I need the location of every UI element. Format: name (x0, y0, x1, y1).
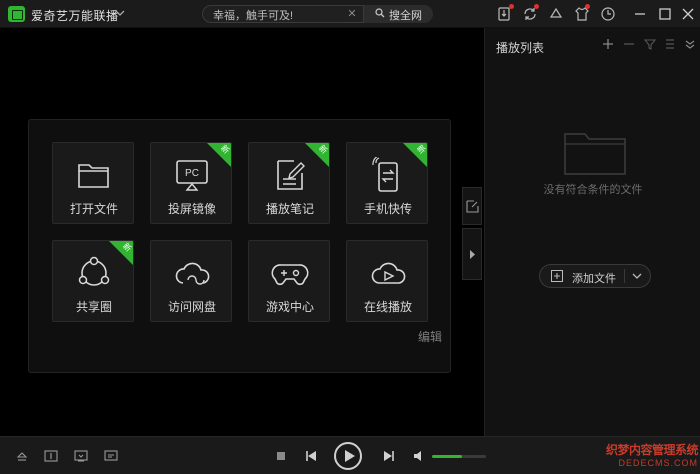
sort-icon[interactable] (664, 38, 676, 50)
add-file-button[interactable]: 添加文件 (539, 264, 651, 288)
playlist-number-icon[interactable] (44, 449, 58, 463)
note-icon (277, 160, 305, 190)
tile-screen-mirror[interactable]: PC 投屏镜像 新 (150, 142, 232, 224)
tile-cloud-drive[interactable]: 访问网盘 (150, 240, 232, 322)
phone-transfer-icon (372, 157, 398, 192)
tile-label: 播放笔记 (265, 202, 314, 216)
tile-open-file[interactable]: 打开文件 (52, 142, 134, 224)
clock-icon[interactable] (600, 6, 616, 22)
note-tab[interactable] (462, 187, 482, 225)
edit-link[interactable]: 编辑 (418, 328, 442, 345)
svg-text:PC: PC (185, 168, 199, 179)
watermark-line2: DEDECMS.COM (618, 458, 698, 468)
eject-icon[interactable] (15, 449, 29, 463)
play-button[interactable] (334, 442, 362, 470)
collapse-icon[interactable] (684, 38, 696, 50)
tile-play-notes[interactable]: 播放笔记 新 (248, 142, 330, 224)
cloud-play-icon (371, 262, 406, 284)
tile-phone-transfer[interactable]: 手机快传 新 (346, 142, 428, 224)
watermark-line1: 织梦内容管理系统 (605, 443, 699, 457)
tools-panel: 打开文件 PC 投屏镜像 新 播放笔记 新 手机快传 新 共享圈 新 访问网盘 … (28, 119, 451, 373)
add-file-icon (551, 270, 563, 282)
search-input[interactable] (213, 8, 343, 21)
playlist-panel: 播放列表 没有符合条件的文件 添加文件 (484, 28, 700, 436)
share-circle-icon (78, 256, 110, 286)
previous-icon[interactable] (304, 449, 318, 463)
tile-label: 游戏中心 (265, 300, 314, 314)
search-all-button[interactable]: 搜全网 (363, 5, 433, 23)
app-title: 爱奇艺万能联播 (31, 9, 119, 23)
notification-dot (585, 4, 590, 9)
edit-icon (466, 200, 479, 213)
app-logo-icon (8, 6, 25, 22)
folder-icon (78, 164, 109, 188)
divider (624, 269, 625, 283)
chevron-right-icon (470, 250, 475, 259)
search-all-label: 搜全网 (389, 10, 422, 22)
danmaku-icon[interactable] (104, 449, 118, 463)
notification-dot (534, 4, 539, 9)
tile-share-circle[interactable]: 共享圈 新 (52, 240, 134, 322)
volume-fill (432, 455, 462, 458)
expand-playlist-tab[interactable] (462, 228, 482, 280)
chevron-down-icon[interactable] (631, 271, 643, 281)
tile-label: 共享圈 (75, 300, 112, 314)
screenshot-icon[interactable] (74, 449, 88, 463)
add-icon[interactable] (602, 38, 614, 50)
close-icon[interactable] (680, 6, 696, 22)
minimize-icon[interactable] (632, 6, 648, 22)
volume-slider[interactable] (432, 455, 486, 458)
filter-icon[interactable] (644, 38, 656, 50)
tile-label: 手机快传 (363, 202, 412, 216)
gamepad-icon (271, 264, 309, 286)
remove-icon[interactable] (623, 38, 635, 50)
next-icon[interactable] (382, 449, 396, 463)
video-area[interactable]: 打开文件 PC 投屏镜像 新 播放笔记 新 手机快传 新 共享圈 新 访问网盘 … (0, 28, 484, 436)
watermark: 织梦内容管理系统 DEDECMS.COM (596, 441, 699, 468)
tile-online-play[interactable]: 在线播放 (346, 240, 428, 322)
stop-icon[interactable] (274, 449, 288, 463)
volume-icon[interactable] (412, 449, 426, 463)
cloud-drive-icon (175, 262, 210, 285)
pc-cast-icon: PC (176, 160, 208, 191)
recycle-icon[interactable] (548, 6, 564, 22)
empty-playlist-text: 没有符合条件的文件 (543, 184, 643, 196)
tile-label: 打开文件 (69, 202, 118, 216)
tile-label: 在线播放 (363, 300, 412, 314)
playlist-title: 播放列表 (496, 41, 545, 55)
maximize-icon[interactable] (657, 6, 673, 22)
empty-folder-icon (564, 133, 626, 175)
add-file-label: 添加文件 (572, 273, 616, 285)
clear-icon[interactable]: ✕ (346, 8, 358, 20)
search-icon (375, 8, 385, 18)
control-bar: 织梦内容管理系统 DEDECMS.COM (0, 436, 700, 474)
tile-label: 访问网盘 (167, 300, 216, 314)
notification-dot (509, 4, 514, 9)
chevron-down-icon[interactable] (115, 7, 125, 19)
search-box: ✕ 搜全网 (202, 5, 433, 23)
title-bar: 爱奇艺万能联播 ✕ 搜全网 (0, 0, 700, 28)
tile-label: 投屏镜像 (167, 202, 216, 216)
tile-game-center[interactable]: 游戏中心 (248, 240, 330, 322)
